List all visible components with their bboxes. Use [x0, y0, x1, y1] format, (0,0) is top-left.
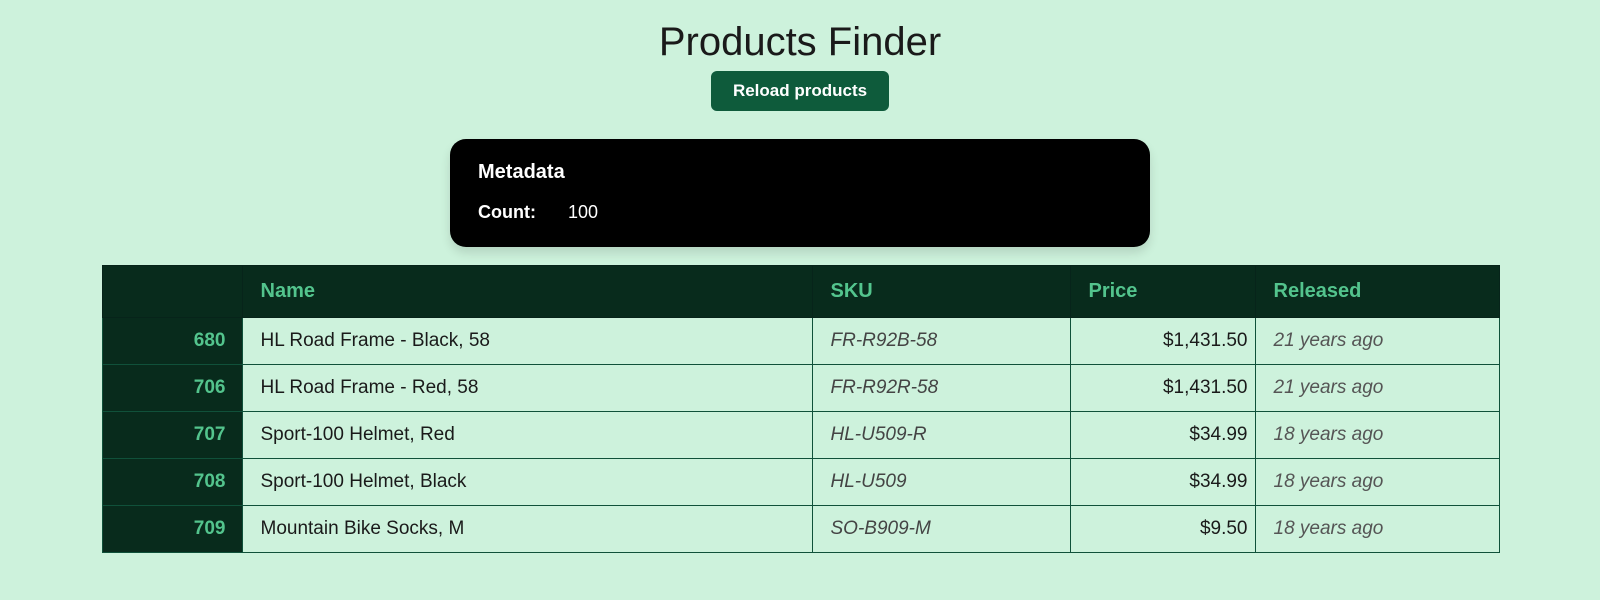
metadata-count-label: Count: [478, 202, 536, 223]
cell-id: 707 [102, 412, 242, 459]
col-header-id [102, 266, 242, 318]
cell-id: 706 [102, 365, 242, 412]
cell-price: $1,431.50 [1070, 318, 1255, 365]
metadata-panel: Metadata Count: 100 [450, 139, 1150, 247]
cell-sku: FR-R92B-58 [812, 318, 1070, 365]
table-header-row: Name SKU Price Released [102, 266, 1499, 318]
cell-name: Sport-100 Helmet, Black [242, 459, 812, 506]
metadata-heading: Metadata [478, 161, 1122, 184]
cell-price: $9.50 [1070, 506, 1255, 553]
cell-sku: HL-U509 [812, 459, 1070, 506]
cell-released: 18 years ago [1255, 506, 1499, 553]
cell-sku: HL-U509-R [812, 412, 1070, 459]
col-header-sku: SKU [812, 266, 1070, 318]
cell-id: 709 [102, 506, 242, 553]
table-row: 680 HL Road Frame - Black, 58 FR-R92B-58… [102, 318, 1499, 365]
col-header-price: Price [1070, 266, 1255, 318]
table-row: 706 HL Road Frame - Red, 58 FR-R92R-58 $… [102, 365, 1499, 412]
cell-name: Sport-100 Helmet, Red [242, 412, 812, 459]
cell-released: 21 years ago [1255, 365, 1499, 412]
col-header-released: Released [1255, 266, 1499, 318]
col-header-name: Name [242, 266, 812, 318]
cell-released: 18 years ago [1255, 459, 1499, 506]
cell-price: $1,431.50 [1070, 365, 1255, 412]
products-table: Name SKU Price Released 680 HL Road Fram… [102, 265, 1500, 553]
cell-price: $34.99 [1070, 459, 1255, 506]
cell-name: HL Road Frame - Black, 58 [242, 318, 812, 365]
reload-products-button[interactable]: Reload products [711, 71, 889, 111]
table-row: 708 Sport-100 Helmet, Black HL-U509 $34.… [102, 459, 1499, 506]
cell-id: 680 [102, 318, 242, 365]
cell-sku: FR-R92R-58 [812, 365, 1070, 412]
table-row: 707 Sport-100 Helmet, Red HL-U509-R $34.… [102, 412, 1499, 459]
cell-released: 21 years ago [1255, 318, 1499, 365]
cell-price: $34.99 [1070, 412, 1255, 459]
metadata-count-value: 100 [568, 202, 598, 223]
cell-id: 708 [102, 459, 242, 506]
cell-name: HL Road Frame - Red, 58 [242, 365, 812, 412]
cell-released: 18 years ago [1255, 412, 1499, 459]
table-row: 709 Mountain Bike Socks, M SO-B909-M $9.… [102, 506, 1499, 553]
cell-name: Mountain Bike Socks, M [242, 506, 812, 553]
page-title: Products Finder [659, 20, 941, 65]
cell-sku: SO-B909-M [812, 506, 1070, 553]
